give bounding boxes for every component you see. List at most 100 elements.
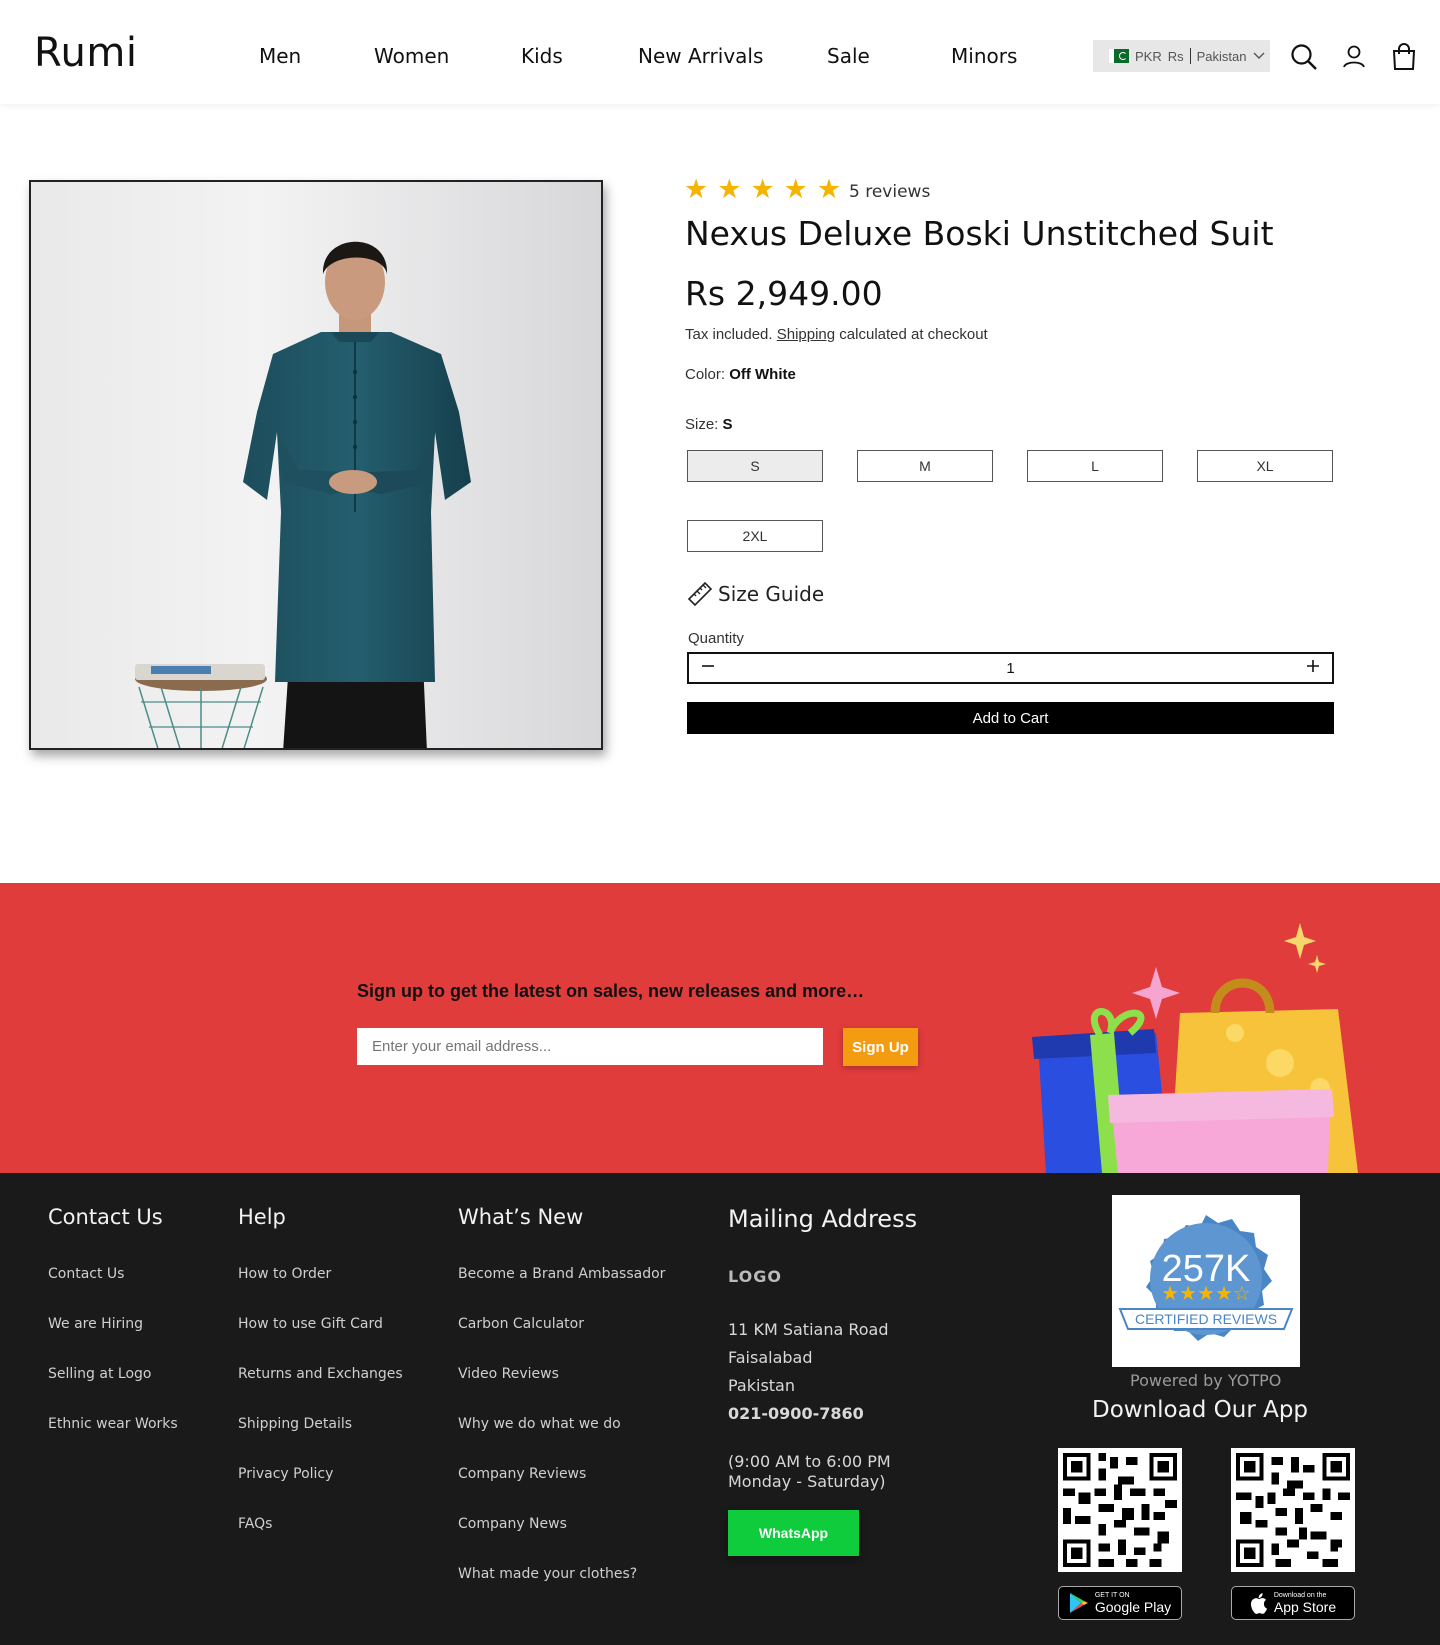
nav-men[interactable]: Men bbox=[259, 44, 301, 68]
yotpo-reviews-badge[interactable]: 257K ★★★★☆ CERTIFIED REVIEWS bbox=[1112, 1195, 1300, 1367]
badge-label: CERTIFIED REVIEWS bbox=[1135, 1311, 1277, 1327]
footer-mailing-title: Mailing Address bbox=[728, 1205, 918, 1233]
product-photo-model bbox=[135, 241, 471, 748]
address-line: 11 KM Satiana Road bbox=[728, 1320, 889, 1339]
footer-link[interactable]: Carbon Calculator bbox=[458, 1316, 584, 1332]
reviews-seal-icon: 257K ★★★★☆ CERTIFIED REVIEWS bbox=[1118, 1215, 1294, 1341]
footer-link[interactable]: FAQs bbox=[238, 1516, 272, 1532]
footer-whats-new-title: What’s New bbox=[458, 1205, 584, 1229]
color-row: Color: Off White bbox=[685, 366, 796, 383]
size-label: Size: bbox=[685, 416, 719, 433]
footer-link[interactable]: What made your clothes? bbox=[458, 1566, 637, 1582]
footer-link[interactable]: Shipping Details bbox=[238, 1416, 352, 1432]
google-play-button[interactable]: GET IT ON Google Play bbox=[1058, 1586, 1182, 1620]
size-guide-link[interactable]: Size Guide bbox=[686, 580, 824, 608]
star-icon: ★ bbox=[816, 174, 842, 204]
ruler-icon bbox=[687, 581, 713, 607]
address-line: Pakistan bbox=[728, 1376, 795, 1395]
size-option-m[interactable]: M bbox=[857, 450, 993, 482]
plus-icon[interactable] bbox=[1306, 659, 1320, 677]
quantity-label: Quantity bbox=[688, 630, 744, 647]
site-logo[interactable]: Rumi bbox=[34, 30, 137, 76]
star-icon: ★ bbox=[684, 174, 709, 204]
quantity-value[interactable]: 1 bbox=[1006, 660, 1014, 677]
gift-bags-illustration bbox=[1032, 923, 1358, 1173]
color-label: Color: bbox=[685, 366, 726, 383]
size-value: S bbox=[722, 416, 733, 433]
footer-link[interactable]: How to use Gift Card bbox=[238, 1316, 383, 1332]
google-play-label: Google Play bbox=[1094, 1598, 1172, 1615]
footer-link[interactable]: Privacy Policy bbox=[238, 1466, 333, 1482]
site-footer: Contact Us Contact Us We are Hiring Sell… bbox=[0, 1173, 1440, 1645]
product-image[interactable] bbox=[29, 180, 603, 750]
whatsapp-button[interactable]: WhatsApp bbox=[728, 1510, 859, 1556]
sign-up-button[interactable]: Sign Up bbox=[843, 1028, 918, 1066]
shipping-link[interactable]: Shipping bbox=[777, 326, 835, 343]
currency-code: PKR bbox=[1135, 48, 1162, 64]
apple-icon bbox=[1250, 1593, 1267, 1614]
add-to-cart-button[interactable]: Add to Cart bbox=[687, 702, 1334, 734]
hours-line: Monday - Saturday) bbox=[728, 1472, 886, 1491]
footer-link[interactable]: Company Reviews bbox=[458, 1466, 586, 1482]
tax-note: Tax included. Shipping calculated at che… bbox=[685, 326, 988, 343]
newsletter-email-input[interactable] bbox=[357, 1028, 823, 1065]
search-icon[interactable] bbox=[1289, 42, 1319, 72]
footer-link[interactable]: Contact Us bbox=[48, 1266, 124, 1282]
size-option-s[interactable]: S bbox=[687, 450, 823, 482]
chevron-down-icon bbox=[1253, 52, 1264, 59]
newsletter-title: Sign up to get the latest on sales, new … bbox=[357, 981, 865, 1001]
footer-help-title: Help bbox=[238, 1205, 286, 1229]
star-icon: ★ bbox=[717, 174, 742, 204]
account-icon[interactable] bbox=[1339, 42, 1369, 72]
site-header: Rumi Men Women Kids New Arrivals Sale Mi… bbox=[0, 0, 1440, 104]
currency-divider bbox=[1189, 48, 1191, 64]
footer-link[interactable]: Video Reviews bbox=[458, 1366, 559, 1382]
currency-selector[interactable]: PKR Rs Pakistan bbox=[1093, 40, 1270, 72]
address-line: Faisalabad bbox=[728, 1348, 813, 1367]
footer-link[interactable]: Company News bbox=[458, 1516, 567, 1532]
footer-link[interactable]: Become a Brand Ambassador bbox=[458, 1266, 665, 1282]
nav-sale[interactable]: Sale bbox=[827, 44, 870, 68]
footer-link[interactable]: How to Order bbox=[238, 1266, 331, 1282]
tax-suffix: calculated at checkout bbox=[839, 326, 988, 343]
footer-contact-title: Contact Us bbox=[48, 1205, 163, 1229]
size-row: Size: S bbox=[685, 416, 733, 433]
size-option-xl[interactable]: XL bbox=[1197, 450, 1333, 482]
powered-by-yotpo: Powered by YOTPO bbox=[1130, 1371, 1282, 1390]
size-option-2xl[interactable]: 2XL bbox=[687, 520, 823, 552]
footer-logo-text: LOGO bbox=[728, 1267, 782, 1286]
newsletter-section: Sign up to get the latest on sales, new … bbox=[0, 883, 1440, 1173]
tax-prefix: Tax included. bbox=[685, 326, 773, 343]
phone-number[interactable]: 021-0900-7860 bbox=[728, 1404, 864, 1423]
rating-stars[interactable]: ★ ★ ★ ★ ★ bbox=[684, 176, 841, 203]
product-title: Nexus Deluxe Boski Unstitched Suit bbox=[685, 214, 1274, 253]
footer-link[interactable]: Ethnic wear Works bbox=[48, 1416, 178, 1432]
minus-icon[interactable] bbox=[701, 659, 715, 677]
currency-symbol: Rs bbox=[1167, 48, 1184, 64]
nav-women[interactable]: Women bbox=[374, 44, 449, 68]
cart-icon[interactable] bbox=[1389, 42, 1419, 72]
star-icon: ★ bbox=[783, 174, 808, 204]
download-app-title: Download Our App bbox=[1092, 1397, 1309, 1423]
quantity-stepper[interactable]: 1 bbox=[687, 652, 1334, 684]
footer-link[interactable]: We are Hiring bbox=[48, 1316, 143, 1332]
footer-link[interactable]: Returns and Exchanges bbox=[238, 1366, 403, 1382]
app-store-qr-code bbox=[1231, 1448, 1355, 1572]
footer-link[interactable]: Why we do what we do bbox=[458, 1416, 621, 1432]
reviews-count-link[interactable]: 5 reviews bbox=[849, 182, 930, 202]
nav-kids[interactable]: Kids bbox=[521, 44, 563, 68]
google-play-qr-code bbox=[1058, 1448, 1182, 1572]
app-store-button[interactable]: Download on the App Store bbox=[1231, 1586, 1355, 1620]
footer-link[interactable]: Selling at Logo bbox=[48, 1366, 151, 1382]
product-price: Rs 2,949.00 bbox=[685, 274, 883, 313]
currency-country: Pakistan bbox=[1196, 48, 1247, 64]
hours-line: (9:00 AM to 6:00 PM bbox=[728, 1452, 891, 1471]
size-option-l[interactable]: L bbox=[1027, 450, 1163, 482]
nav-minors[interactable]: Minors bbox=[951, 44, 1017, 68]
size-guide-label: Size Guide bbox=[718, 582, 825, 606]
google-play-icon bbox=[1069, 1593, 1088, 1613]
nav-new-arrivals[interactable]: New Arrivals bbox=[638, 44, 763, 68]
color-value: Off White bbox=[729, 366, 796, 383]
pakistan-flag-icon bbox=[1109, 49, 1129, 63]
badge-stars: ★★★★☆ bbox=[1161, 1283, 1251, 1305]
